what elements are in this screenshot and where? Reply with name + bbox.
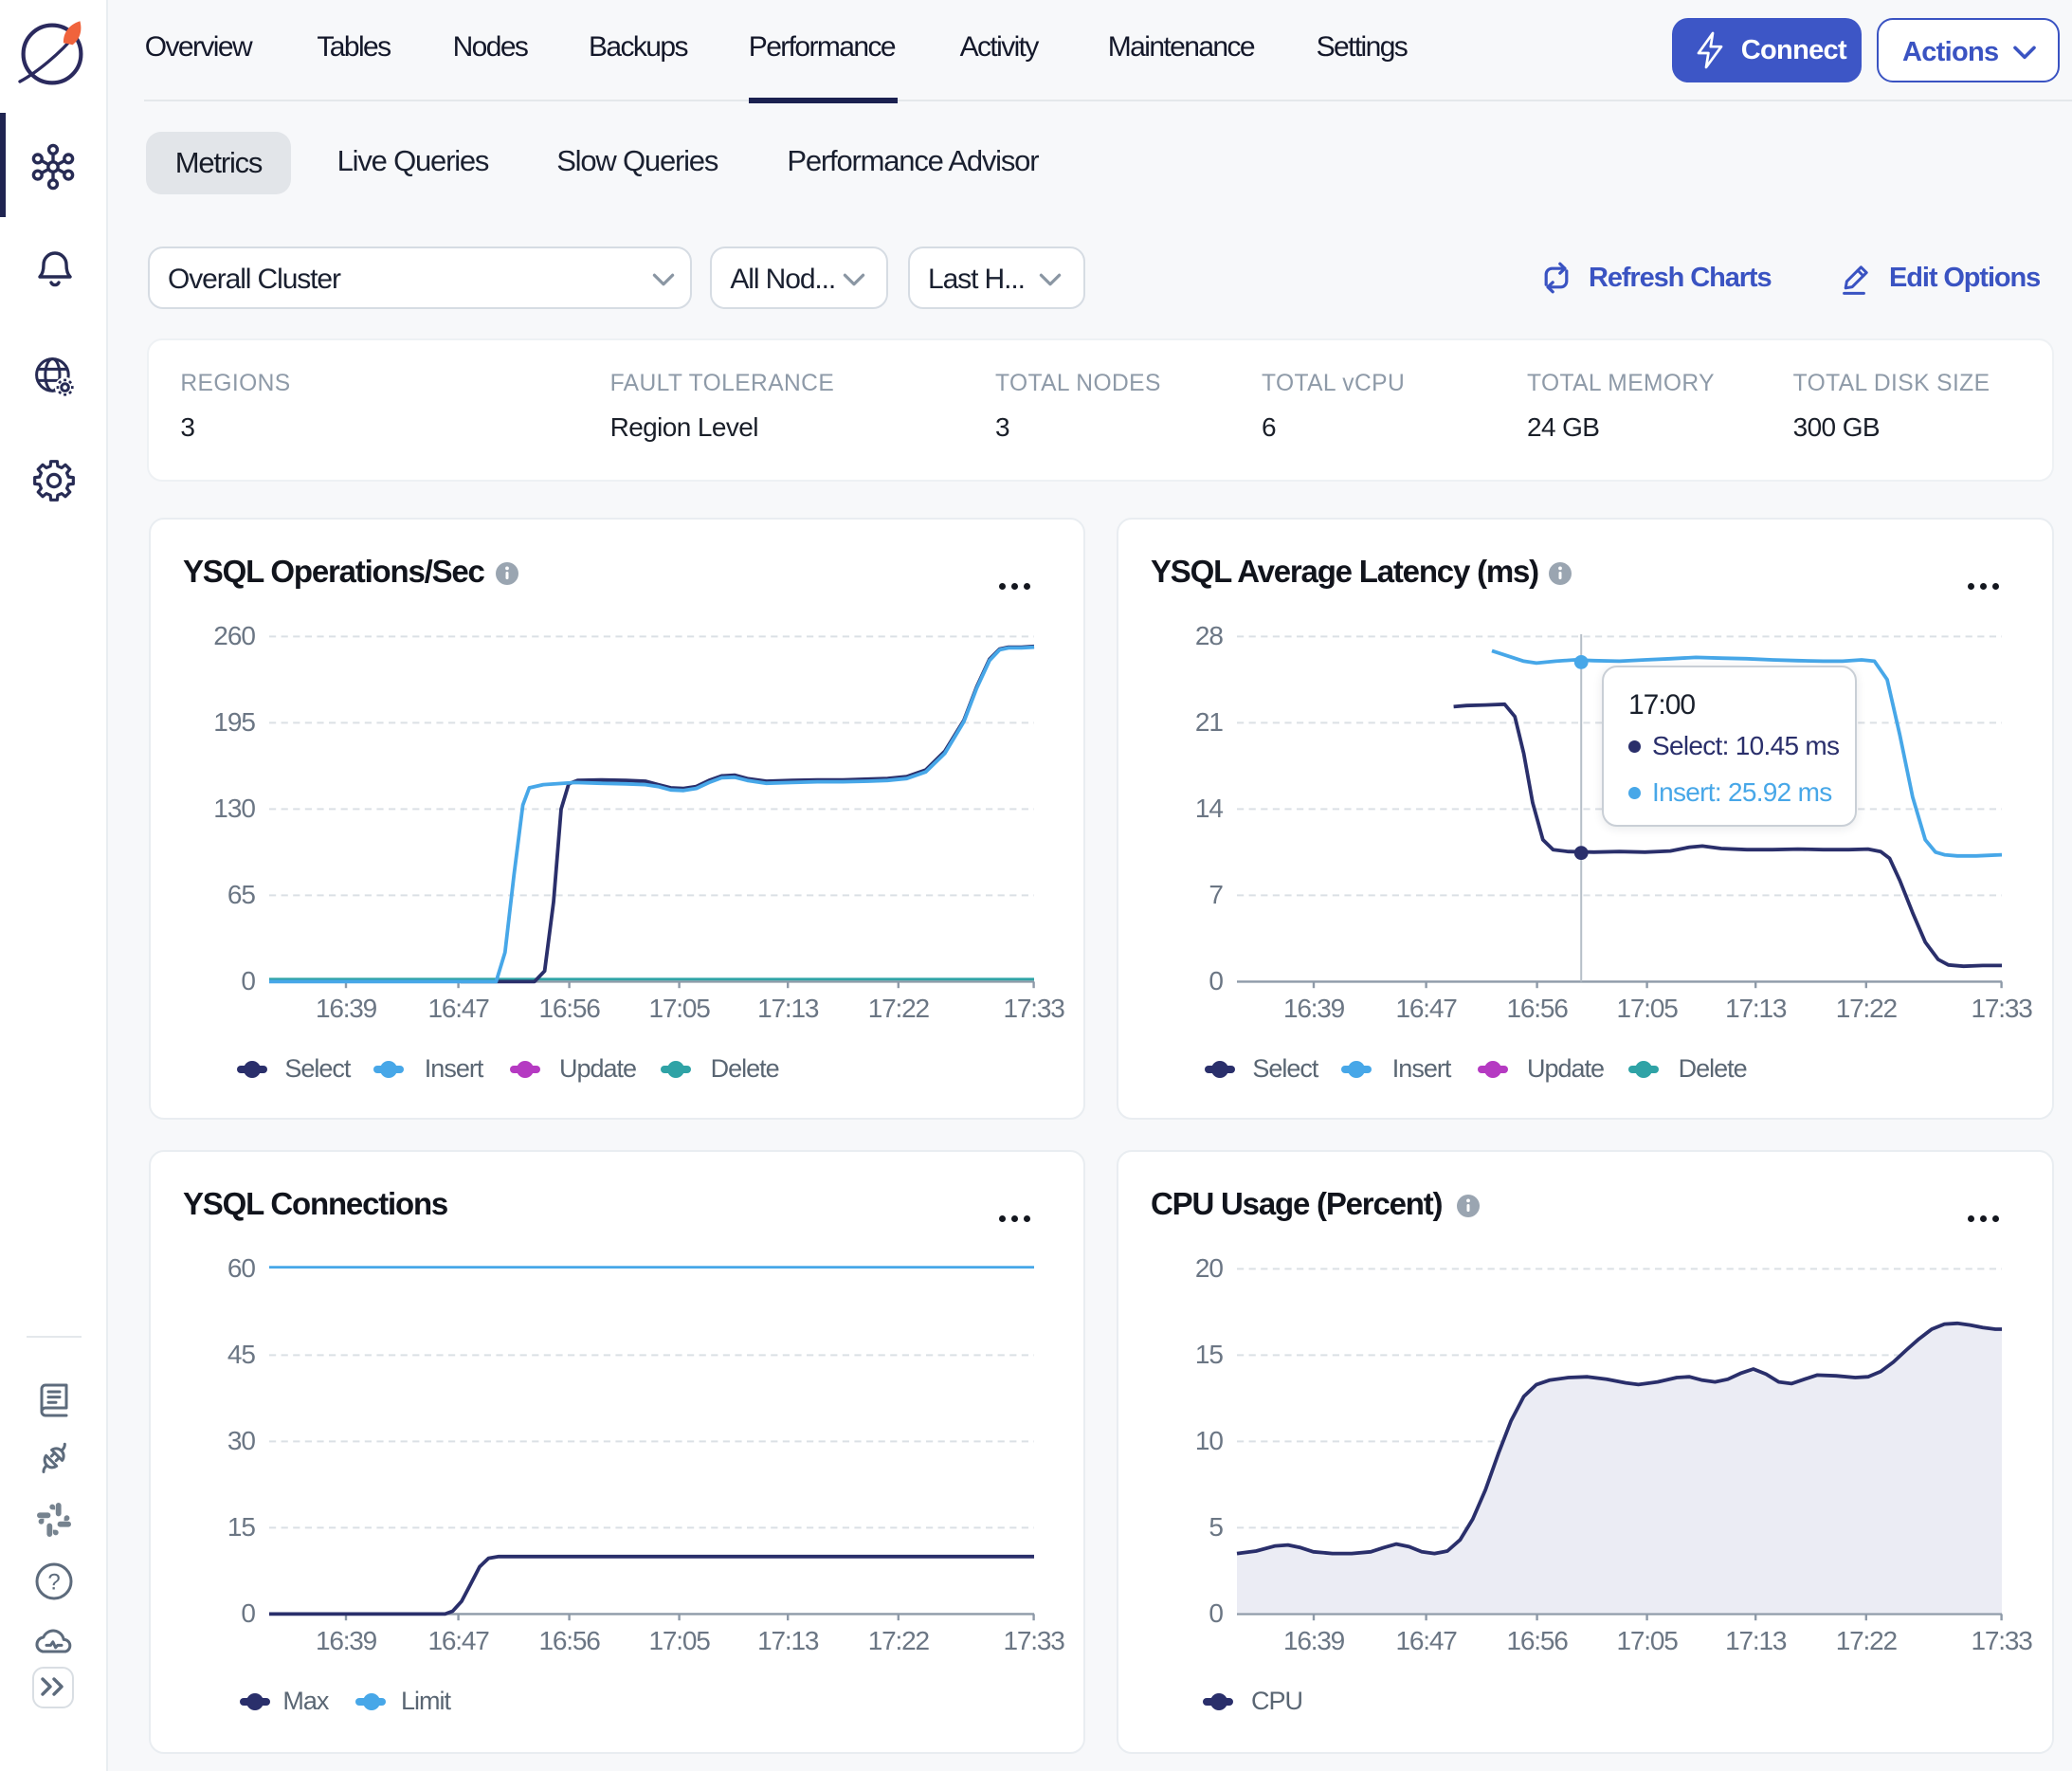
svg-text:?: ? xyxy=(47,1569,60,1595)
